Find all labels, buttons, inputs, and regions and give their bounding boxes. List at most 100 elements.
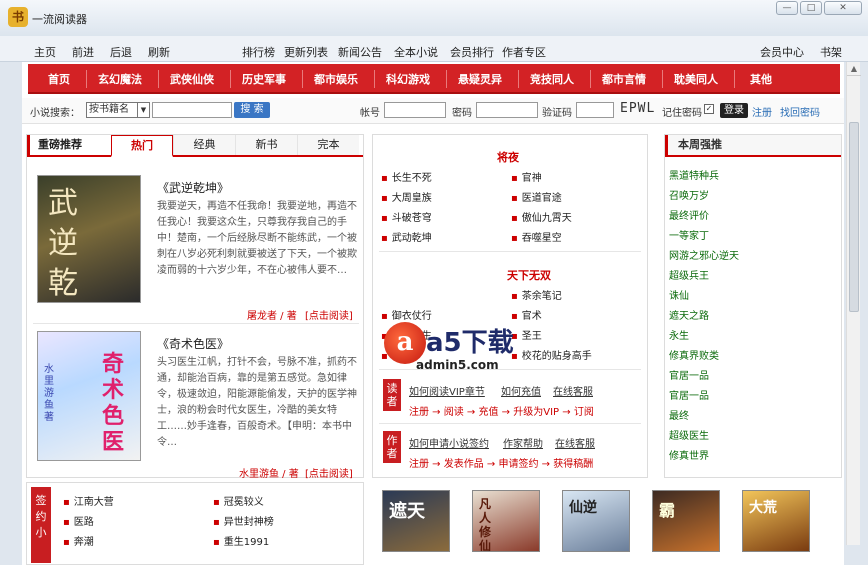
- account-input[interactable]: [384, 102, 446, 118]
- remember-label: 记住密码: [662, 108, 702, 119]
- author-help-link[interactable]: 作家帮助: [503, 435, 543, 450]
- weekly-recommend-panel: 本周强推 黑道特种兵 召唤万岁 最终评价 一等家丁 网游之邪心逆天 超级兵王 诛…: [664, 134, 842, 478]
- toolbar-complete[interactable]: 全本小说: [394, 44, 438, 60]
- vertical-scrollbar[interactable]: ▲: [846, 62, 861, 545]
- list-item[interactable]: ▪ 傲仙九霄天: [511, 209, 572, 224]
- toolbar-updates[interactable]: 更新列表: [284, 44, 328, 60]
- captcha-input[interactable]: [576, 102, 614, 118]
- how-sign-link[interactable]: 如何申请小说签约: [409, 435, 489, 450]
- book-cover-2[interactable]: 奇术色医 水里游鱼著: [37, 331, 141, 461]
- book-read-link-2[interactable]: [点击阅读]: [305, 465, 353, 480]
- nav-mystery[interactable]: 悬疑灵异: [458, 71, 502, 87]
- list-item[interactable]: ▪ 冠冕较义: [213, 493, 264, 508]
- toolbar-member-rank[interactable]: 会员排行: [450, 44, 494, 60]
- tab-new[interactable]: 新书: [235, 135, 297, 155]
- close-button[interactable]: ✕: [824, 1, 862, 15]
- register-link[interactable]: 注册: [752, 104, 772, 119]
- rank-item[interactable]: 网游之邪心逆天: [669, 247, 739, 262]
- nav-history[interactable]: 历史军事: [242, 71, 286, 87]
- scroll-up-icon[interactable]: ▲: [847, 62, 861, 76]
- rank-item[interactable]: 遮天之路: [669, 307, 709, 322]
- password-input[interactable]: [476, 102, 538, 118]
- remember-checkbox[interactable]: ✓: [704, 104, 714, 114]
- list-item[interactable]: ▪ 官神: [511, 169, 542, 184]
- book-title-1[interactable]: 《武逆乾坤》: [157, 179, 229, 196]
- title-bar: 书 一流阅读器 — □ ✕: [0, 0, 868, 36]
- toolbar-back[interactable]: 后退: [110, 44, 132, 60]
- nav-other[interactable]: 其他: [750, 71, 772, 87]
- captcha-image[interactable]: EPWL: [620, 101, 655, 116]
- forgot-password-link[interactable]: 找回密码: [780, 104, 820, 119]
- cover-thumb[interactable]: 遮天: [382, 490, 450, 552]
- rank-item[interactable]: 一等家丁: [669, 227, 709, 242]
- search-type-select[interactable]: 按书籍名 ▼: [86, 102, 150, 118]
- book-title-2[interactable]: 《奇术色医》: [157, 335, 229, 352]
- tab-classic[interactable]: 经典: [173, 135, 235, 155]
- search-button[interactable]: 搜 索: [234, 102, 270, 118]
- nav-scifi[interactable]: 科幻游戏: [386, 71, 430, 87]
- middle-section-1-title[interactable]: 将夜: [497, 149, 519, 165]
- toolbar-home[interactable]: 主页: [34, 44, 56, 60]
- toolbar-bookshelf[interactable]: 书架: [820, 44, 842, 60]
- rank-item[interactable]: 超级医生: [669, 427, 709, 442]
- tab-finished[interactable]: 完本: [297, 135, 359, 155]
- nav-wuxia[interactable]: 武侠仙侠: [170, 71, 214, 87]
- rank-item[interactable]: 黑道特种兵: [669, 167, 719, 182]
- list-item[interactable]: ▪ 武动乾坤: [381, 229, 432, 244]
- rank-item[interactable]: 修真界败类: [669, 347, 719, 362]
- toolbar-member-center[interactable]: 会员中心: [760, 44, 804, 60]
- weekly-recommend-title: 本周强推: [665, 135, 841, 157]
- book-read-link-1[interactable]: [点击阅读]: [305, 307, 353, 322]
- rank-item[interactable]: 官居一品: [669, 387, 709, 402]
- list-item[interactable]: ▪ 长生不死: [381, 169, 432, 184]
- nav-sports[interactable]: 竞技同人: [530, 71, 574, 87]
- toolbar-ranking[interactable]: 排行榜: [242, 44, 275, 60]
- author-service-link[interactable]: 在线客服: [555, 435, 595, 450]
- rank-item[interactable]: 最终: [669, 407, 689, 422]
- minimize-button[interactable]: —: [776, 1, 798, 15]
- tab-hot[interactable]: 热门: [111, 135, 173, 157]
- list-item[interactable]: ▪ 重生1991: [213, 533, 269, 548]
- online-service-link[interactable]: 在线客服: [553, 383, 593, 398]
- middle-section-2-title[interactable]: 天下无双: [507, 267, 551, 283]
- search-label: 小说搜索：: [30, 108, 80, 119]
- rank-item[interactable]: 超级兵王: [669, 267, 709, 282]
- list-item[interactable]: ▪ 医道官途: [511, 189, 562, 204]
- rank-item[interactable]: 永生: [669, 327, 689, 342]
- cover-thumb[interactable]: 凡人修仙: [472, 490, 540, 552]
- cover-thumb[interactable]: 霸: [652, 490, 720, 552]
- nav-danmei[interactable]: 耽美同人: [674, 71, 718, 87]
- rank-item[interactable]: 修真世界: [669, 447, 709, 462]
- search-input[interactable]: [152, 102, 232, 118]
- toolbar-news[interactable]: 新闻公告: [338, 44, 382, 60]
- list-item[interactable]: ▪ 大周皇族: [381, 189, 432, 204]
- book-desc-1: 我要逆天，再造不任我命！我要逆地，再造不任我心！我要这众生，只尊我存我自己的手中…: [157, 201, 357, 276]
- toolbar-refresh[interactable]: 刷新: [148, 44, 170, 60]
- login-button[interactable]: 登录: [720, 103, 748, 118]
- how-read-vip-link[interactable]: 如何阅读VIP章节: [409, 383, 485, 398]
- rank-item[interactable]: 召唤万岁: [669, 187, 709, 202]
- nav-romance[interactable]: 都市言情: [602, 71, 646, 87]
- nav-fantasy[interactable]: 玄幻魔法: [98, 71, 142, 87]
- list-item[interactable]: ▪ 斗破苍穹: [381, 209, 432, 224]
- book-cover-1[interactable]: 武逆乾坤: [37, 175, 141, 303]
- toolbar-author-zone[interactable]: 作者专区: [502, 44, 546, 60]
- maximize-button[interactable]: □: [800, 1, 822, 15]
- list-item[interactable]: ▪ 江南大营: [63, 493, 114, 508]
- scroll-thumb[interactable]: [849, 122, 859, 312]
- toolbar-forward[interactable]: 前进: [72, 44, 94, 60]
- rank-item[interactable]: 官居一品: [669, 367, 709, 382]
- how-recharge-link[interactable]: 如何充值: [501, 383, 541, 398]
- nav-home[interactable]: 首页: [48, 71, 70, 87]
- cover-thumb[interactable]: 仙逆: [562, 490, 630, 552]
- list-item[interactable]: ▪ 茶余笔记: [511, 287, 562, 302]
- list-item[interactable]: ▪ 异世封神榜: [213, 513, 274, 528]
- list-item[interactable]: ▪ 奔潮: [63, 533, 94, 548]
- list-item[interactable]: ▪ 吞噬星空: [511, 229, 562, 244]
- list-item[interactable]: ▪ 医路: [63, 513, 94, 528]
- cover-thumb[interactable]: 大荒: [742, 490, 810, 552]
- chevron-down-icon[interactable]: ▼: [137, 103, 149, 117]
- rank-item[interactable]: 最终评价: [669, 207, 709, 222]
- rank-item[interactable]: 诛仙: [669, 287, 689, 302]
- nav-urban[interactable]: 都市娱乐: [314, 71, 358, 87]
